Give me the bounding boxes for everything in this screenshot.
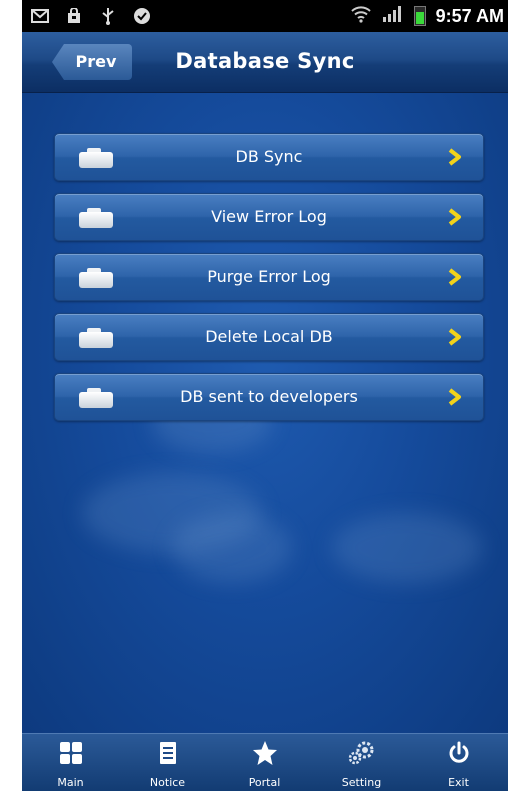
chevron-right-icon <box>448 208 461 226</box>
nav-item-main[interactable]: Main <box>22 734 119 791</box>
grid-icon <box>22 740 119 766</box>
status-bar: 9:57 AM <box>22 0 508 32</box>
menu-item-db-sync[interactable]: DB Sync <box>54 133 484 181</box>
menu-item-delete-local-db[interactable]: Delete Local DB <box>54 313 484 361</box>
nav-item-exit[interactable]: Exit <box>410 734 507 791</box>
menu-item-purge-error-log[interactable]: Purge Error Log <box>54 253 484 301</box>
menu-item-label: Delete Local DB <box>205 327 333 346</box>
document-icon <box>119 740 216 766</box>
page-title: Database Sync <box>175 49 355 73</box>
sync-menu: DB Sync View Error Log Purge Error Log D… <box>54 133 484 433</box>
nav-item-label: Notice <box>149 776 186 789</box>
menu-item-db-sent-to-developers[interactable]: DB sent to developers <box>54 373 484 421</box>
menu-item-label: Purge Error Log <box>207 267 331 286</box>
signal-icon <box>382 5 404 27</box>
app-screen: 9:57 AM Prev Database Sync DB Sync View … <box>22 0 508 791</box>
gear-icon <box>313 740 410 766</box>
wifi-icon <box>350 5 372 27</box>
nav-item-label: Main <box>57 776 84 789</box>
battery-icon <box>413 6 426 26</box>
title-bar: Prev Database Sync <box>22 32 508 93</box>
menu-item-label: DB Sync <box>235 147 303 166</box>
chevron-right-icon <box>448 388 461 406</box>
nav-item-portal[interactable]: Portal <box>216 734 313 791</box>
nav-item-label: Portal <box>248 776 281 789</box>
background-cloud <box>332 513 482 583</box>
star-icon <box>216 740 313 766</box>
power-icon <box>410 740 507 766</box>
menu-item-label: View Error Log <box>211 207 327 226</box>
gmail-icon <box>30 6 50 26</box>
market-bag-icon <box>64 6 84 26</box>
menu-item-label: DB sent to developers <box>180 387 358 406</box>
background-cloud <box>172 513 292 583</box>
check-circle-icon <box>132 6 152 26</box>
chevron-right-icon <box>448 328 461 346</box>
nav-item-label: Setting <box>341 776 382 789</box>
main-content: DB Sync View Error Log Purge Error Log D… <box>22 93 508 733</box>
nav-item-label: Exit <box>448 776 469 789</box>
menu-item-view-error-log[interactable]: View Error Log <box>54 193 484 241</box>
notification-icons <box>30 6 152 26</box>
usb-icon <box>98 6 118 26</box>
nav-item-notice[interactable]: Notice <box>119 734 216 791</box>
status-indicators: 9:57 AM <box>350 5 504 27</box>
nav-item-setting[interactable]: Setting <box>313 734 410 791</box>
clock: 9:57 AM <box>435 5 504 26</box>
bottom-nav: Main Notice Portal Setting Exit <box>22 733 508 791</box>
chevron-right-icon <box>448 268 461 286</box>
chevron-right-icon <box>448 148 461 166</box>
